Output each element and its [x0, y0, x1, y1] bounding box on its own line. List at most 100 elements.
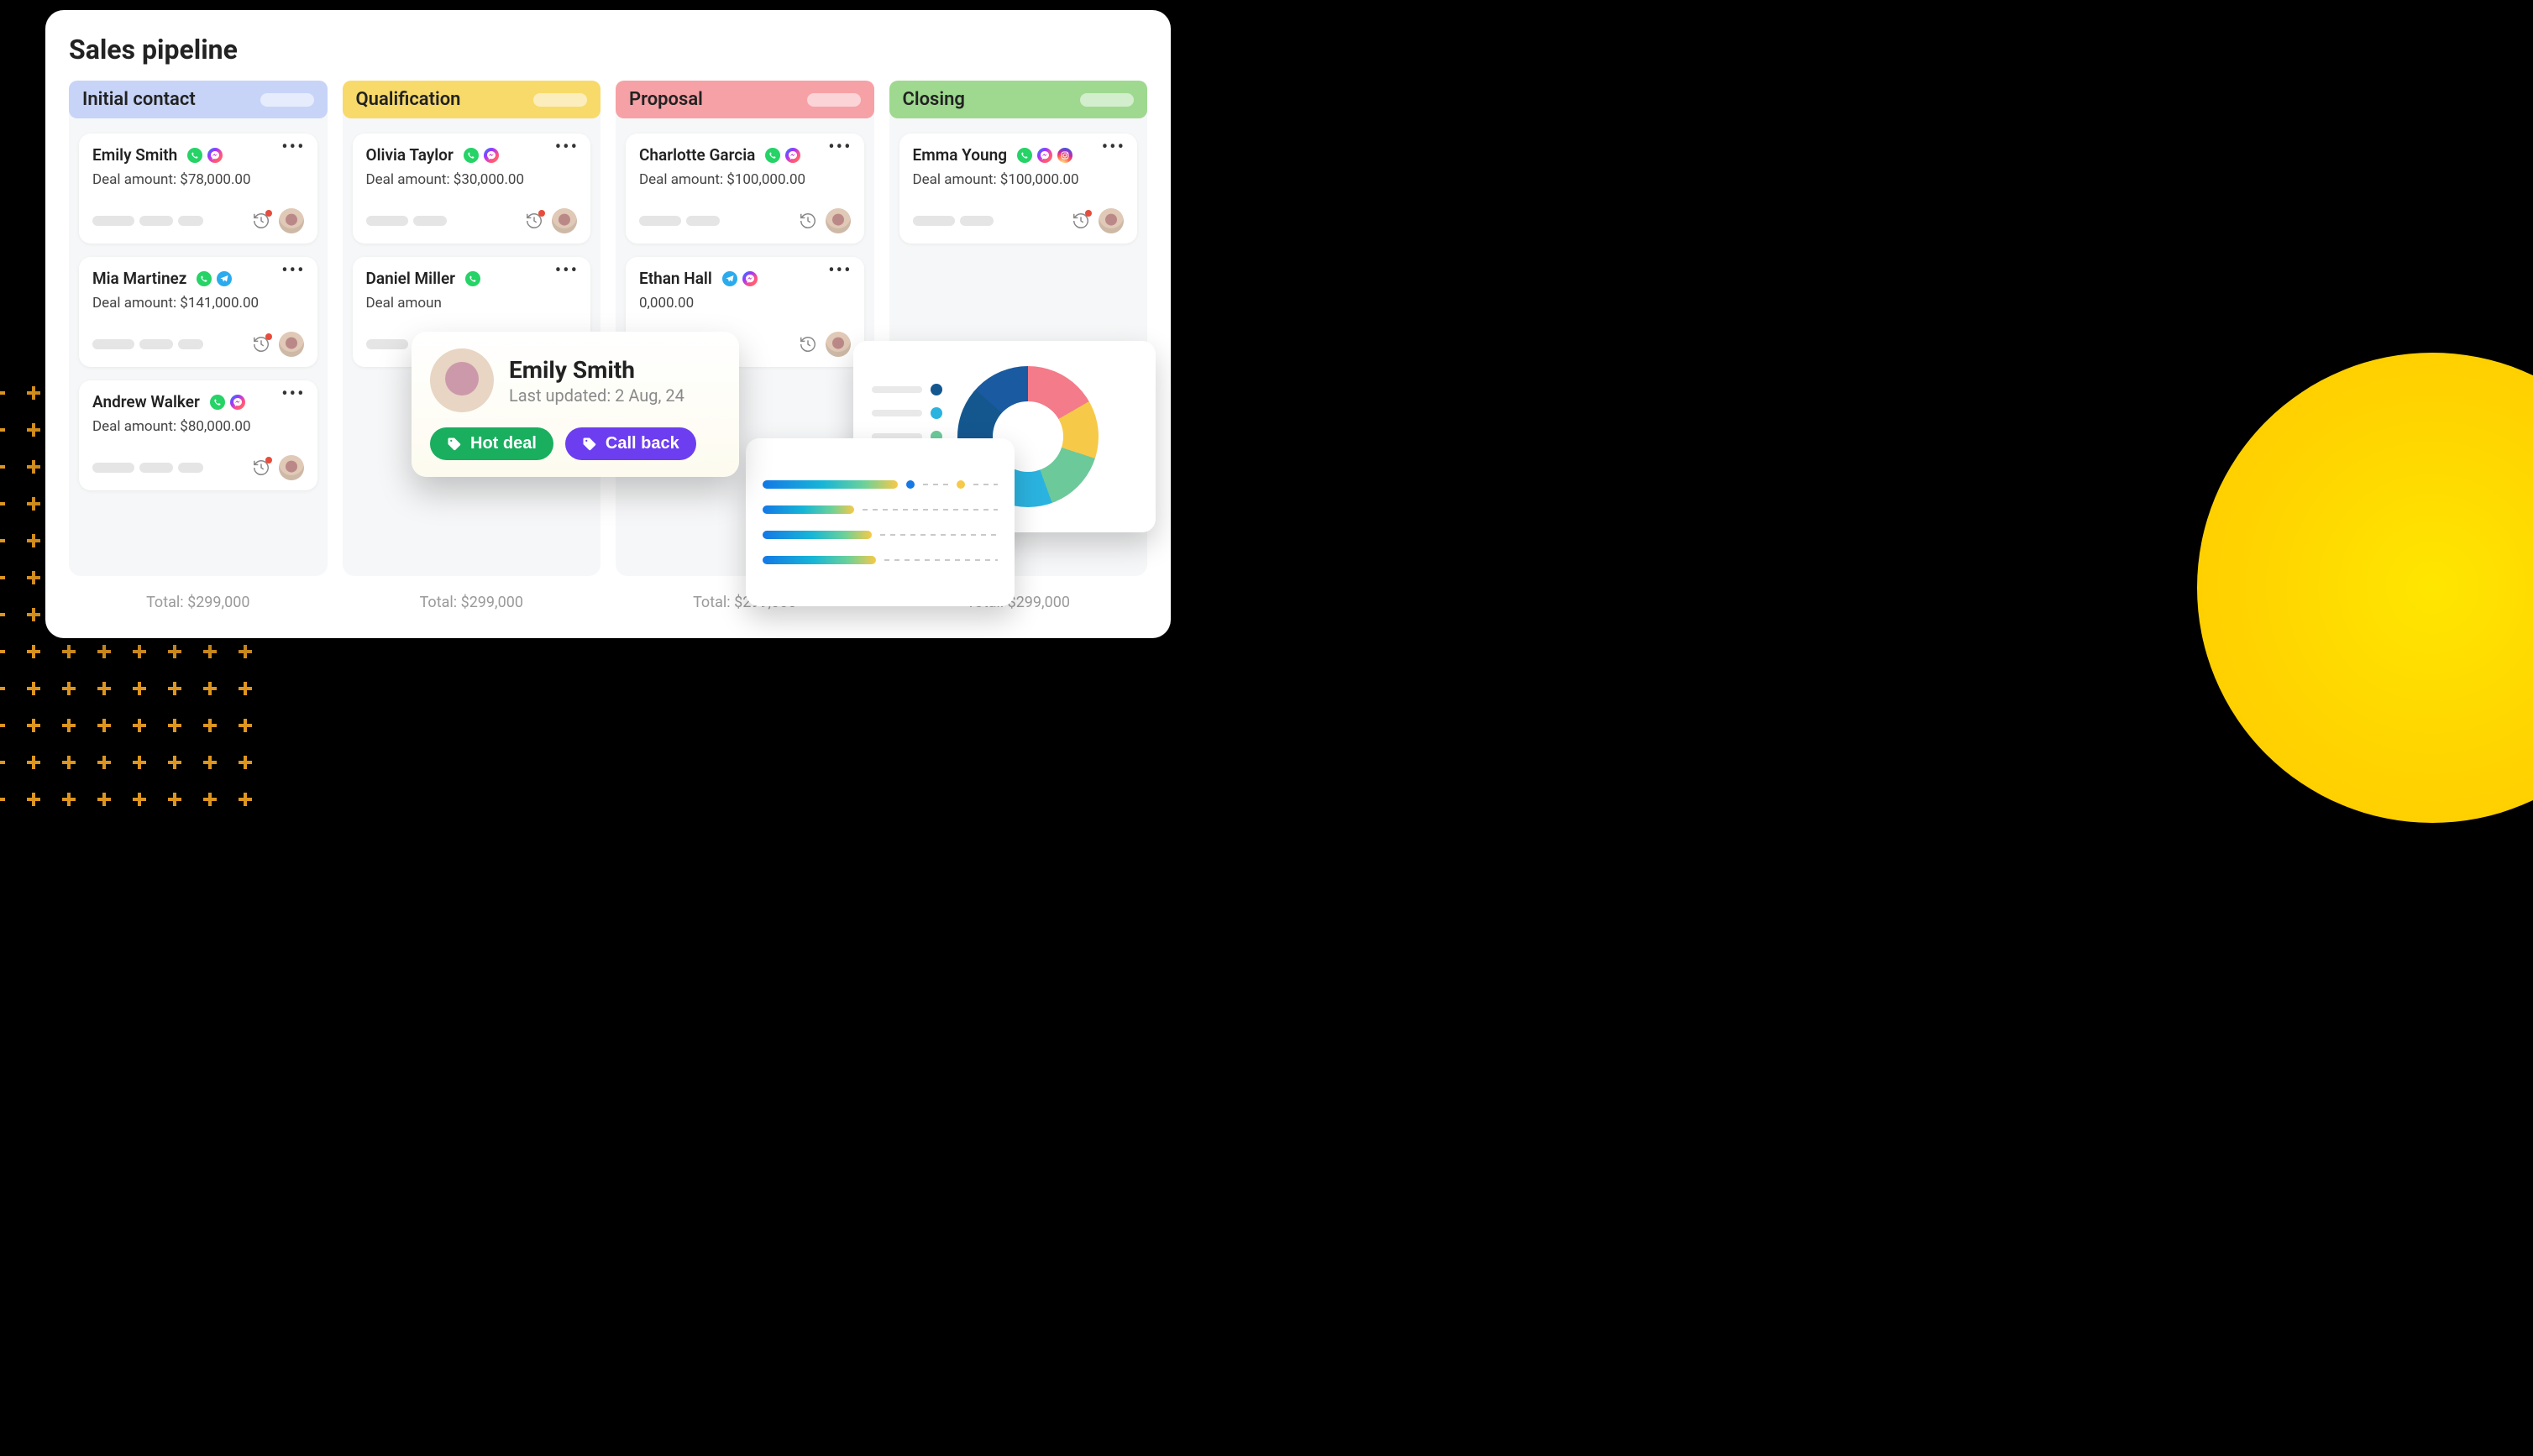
bar-dot-icon [906, 480, 915, 489]
deal-amount: Deal amount: $80,000.00 [92, 418, 304, 435]
owner-avatar[interactable] [552, 208, 577, 233]
history-icon[interactable] [252, 458, 270, 477]
deal-name: Olivia Taylor [366, 145, 454, 165]
popover-subtitle: Last updated: 2 Aug, 24 [509, 385, 684, 406]
hot-deal-tag[interactable]: Hot deal [430, 427, 553, 460]
owner-avatar[interactable] [826, 208, 851, 233]
instagram-icon [1057, 148, 1072, 163]
card-menu-icon[interactable]: ••• [281, 267, 305, 275]
bars-analytics-card [746, 438, 1015, 606]
column-header[interactable]: Qualification [343, 81, 601, 118]
bar-track [973, 484, 998, 485]
deal-popover: Emily Smith Last updated: 2 Aug, 24 Hot … [412, 332, 739, 477]
bar-dot-icon [957, 480, 965, 489]
whatsapp-icon [1017, 148, 1032, 163]
card-menu-icon[interactable]: ••• [281, 144, 305, 152]
whatsapp-icon [765, 148, 780, 163]
column-total: Total: $299,000 [343, 594, 601, 611]
card-footer [366, 208, 578, 233]
owner-avatar[interactable] [826, 332, 851, 357]
alert-dot [1085, 210, 1092, 217]
bar-track [884, 559, 998, 561]
deal-channels [465, 271, 480, 286]
column-label: Proposal [629, 89, 703, 110]
board-title: Sales pipeline [69, 34, 1147, 65]
deal-channels [187, 148, 223, 163]
messenger-icon [230, 395, 245, 410]
deal-channels [1017, 148, 1072, 163]
card-footer [639, 208, 851, 233]
telegram-icon [722, 271, 737, 286]
card-footer [92, 208, 304, 233]
deal-card[interactable]: Andrew Walker ••• Deal amount: $80,000.00 [79, 380, 317, 490]
alert-dot [265, 333, 272, 340]
tag-placeholders [913, 216, 994, 226]
bar-fill [763, 556, 876, 564]
column-pill [533, 93, 587, 107]
deal-channels [464, 148, 499, 163]
card-menu-icon[interactable]: ••• [828, 267, 852, 275]
column-pill [260, 93, 314, 107]
owner-avatar[interactable] [279, 455, 304, 480]
card-footer [92, 455, 304, 480]
deal-name: Andrew Walker [92, 392, 200, 411]
history-icon[interactable] [1072, 212, 1090, 230]
deal-channels [765, 148, 800, 163]
deal-card[interactable]: Emma Young•••Deal amount: $100,000.00 [899, 134, 1138, 244]
owner-avatar[interactable] [279, 332, 304, 357]
card-menu-icon[interactable]: ••• [555, 144, 579, 152]
whatsapp-icon [197, 271, 212, 286]
tag-placeholders [92, 463, 203, 473]
bar-fill [763, 480, 898, 489]
column-qual: Qualification Olivia Taylor ••• Deal amount… [343, 81, 601, 576]
history-icon[interactable] [252, 212, 270, 230]
card-menu-icon[interactable]: ••• [555, 267, 579, 275]
alert-dot [538, 210, 545, 217]
deal-card[interactable]: Olivia Taylor ••• Deal amount: $30,000.00 [353, 134, 591, 244]
history-icon[interactable] [252, 335, 270, 354]
legend-bar [872, 410, 922, 416]
bar-fill [763, 505, 854, 514]
legend-dot-icon [931, 384, 942, 395]
owner-avatar[interactable] [279, 208, 304, 233]
card-menu-icon[interactable]: ••• [281, 390, 305, 399]
owner-avatar[interactable] [1099, 208, 1124, 233]
history-icon[interactable] [525, 212, 543, 230]
bar-row [763, 531, 998, 539]
column-header[interactable]: Closing [889, 81, 1148, 118]
legend-row [872, 407, 942, 419]
bar-row [763, 556, 998, 564]
card-menu-icon[interactable]: ••• [1102, 144, 1125, 152]
column-total: Total: $299,000 [69, 594, 328, 611]
deal-card[interactable]: Mia Martinez•••Deal amount: $141,000.00 [79, 257, 317, 367]
deal-channels [210, 395, 245, 410]
column-header[interactable]: Proposal [616, 81, 874, 118]
history-icon[interactable] [799, 335, 817, 354]
deal-amount: Deal amount: $30,000.00 [366, 171, 578, 188]
card-menu-icon[interactable]: ••• [828, 144, 852, 152]
deal-amount: Deal amount: $100,000.00 [639, 171, 851, 188]
whatsapp-icon [187, 148, 202, 163]
deal-amount: Deal amount: $141,000.00 [92, 295, 304, 312]
whatsapp-icon [464, 148, 479, 163]
tag-placeholders [639, 216, 720, 226]
history-icon[interactable] [799, 212, 817, 230]
alert-dot [265, 457, 272, 464]
call-back-tag[interactable]: Call back [565, 427, 696, 460]
column-label: Closing [903, 89, 965, 110]
popover-name: Emily Smith [509, 356, 684, 384]
deal-name: Emma Young [913, 145, 1008, 165]
tag-icon [447, 437, 462, 452]
card-footer [92, 332, 304, 357]
legend-bar [872, 386, 922, 393]
column-pill [1080, 93, 1134, 107]
column-header[interactable]: Initial contact [69, 81, 328, 118]
deal-card[interactable]: Emily Smith•••Deal amount: $78,000.00 [79, 134, 317, 244]
column-initial: Initial contact Emily Smith•••Deal amount… [69, 81, 328, 576]
messenger-icon [785, 148, 800, 163]
card-footer [913, 208, 1125, 233]
call-back-label: Call back [606, 434, 679, 453]
whatsapp-icon [465, 271, 480, 286]
deal-channels [197, 271, 232, 286]
deal-card[interactable]: Charlotte Garcia•••Deal amount: $100,000… [626, 134, 864, 244]
